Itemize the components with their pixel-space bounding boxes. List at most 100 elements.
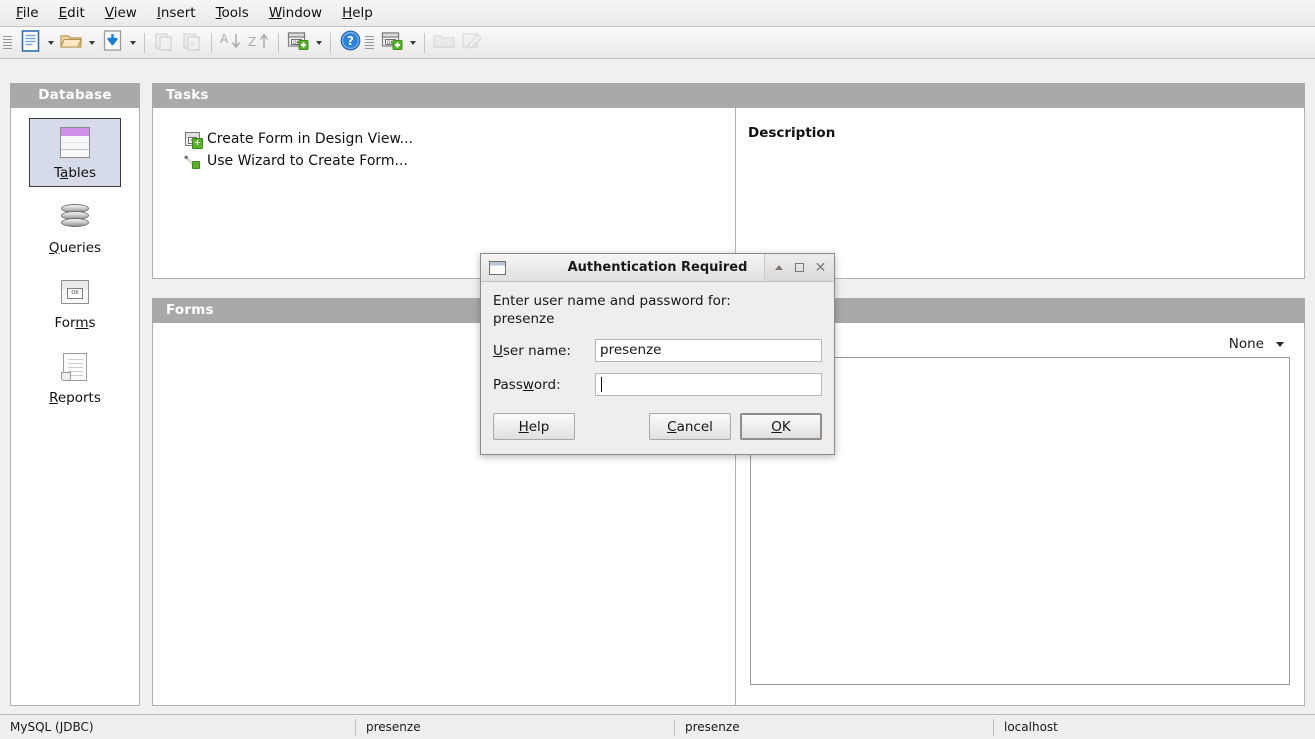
status-cell-host: localhost: [994, 715, 1315, 739]
dialog-titlebar[interactable]: Authentication Required ✕: [481, 254, 834, 282]
new-object-icon: OK: [381, 31, 403, 54]
menu-edit-label: dit: [67, 5, 85, 21]
reports-label-post: eports: [58, 390, 101, 406]
open-folder-icon: [60, 32, 82, 54]
folder-button[interactable]: [430, 29, 458, 57]
toolbar-grip-2[interactable]: [365, 33, 375, 53]
new-form-button[interactable]: OK: [284, 29, 312, 57]
menu-edit-accel: E: [59, 5, 68, 21]
help-btn-accel: H: [519, 419, 529, 435]
new-document-icon: [21, 30, 40, 56]
sort-ascending-icon: A: [220, 31, 242, 55]
database-item-list: Tables Queries Forms Reports: [11, 108, 139, 412]
ok-btn-accel: O: [771, 419, 782, 435]
save-download-icon: [103, 30, 122, 55]
tasks-panel: Tasks Create Form in Design View... Use …: [152, 83, 1305, 279]
queries-icon: [30, 200, 120, 234]
status-bar: MySQL (JDBC) presenze presenze localhost: [0, 714, 1315, 739]
help-button-dialog[interactable]: Help: [493, 413, 575, 440]
save-button[interactable]: [98, 29, 126, 57]
sidebar-item-forms[interactable]: Forms: [29, 268, 121, 337]
cancel-btn-accel: C: [667, 419, 676, 435]
username-field-row: User name: presenze: [493, 339, 822, 362]
ok-btn-post: K: [782, 419, 791, 435]
username-input-value: presenze: [600, 340, 661, 361]
toolbar-separator-5: [424, 33, 425, 53]
paste-icon: [182, 31, 202, 55]
menu-file-label: ile: [23, 5, 39, 21]
new-object-button[interactable]: OK: [378, 29, 406, 57]
sidebar-item-queries-label: Queries: [30, 240, 120, 256]
sidebar-item-reports[interactable]: Reports: [29, 343, 121, 412]
sidebar-item-tables[interactable]: Tables: [29, 118, 121, 187]
menu-tools-label: ools: [222, 5, 249, 21]
password-input[interactable]: [595, 373, 822, 396]
rollup-icon[interactable]: [768, 258, 789, 278]
close-icon[interactable]: ✕: [810, 258, 831, 278]
status-cell-driver: MySQL (JDBC): [0, 715, 355, 739]
new-object-dropdown[interactable]: [406, 30, 419, 56]
authentication-dialog: Authentication Required ✕ Enter user nam…: [480, 253, 835, 455]
edit-file-button[interactable]: [458, 29, 486, 57]
task-item-create-form-design-label: Create Form in Design View...: [207, 131, 413, 147]
cancel-button[interactable]: Cancel: [649, 413, 731, 440]
chevron-down-icon: [1276, 342, 1284, 347]
task-item-create-form-design[interactable]: Create Form in Design View...: [185, 128, 735, 150]
password-label: Password:: [493, 377, 595, 393]
new-document-dropdown[interactable]: [44, 30, 57, 56]
password-label-accel: w: [523, 377, 534, 393]
svg-text:?: ?: [347, 34, 354, 48]
menu-help-accel: H: [342, 5, 352, 21]
menu-item-tools[interactable]: Tools: [206, 1, 259, 26]
sidebar-item-queries[interactable]: Queries: [29, 193, 121, 262]
menu-view-accel: V: [105, 5, 114, 21]
preview-mode-value: None: [1229, 336, 1264, 352]
reports-icon: [30, 350, 120, 384]
menu-window-accel: W: [269, 5, 282, 21]
svg-text:Z: Z: [248, 35, 256, 49]
queries-label-post: ueries: [60, 240, 102, 256]
menu-item-edit[interactable]: Edit: [49, 1, 95, 26]
form-wizard-icon: [185, 154, 200, 169]
menu-item-file[interactable]: File: [6, 1, 49, 26]
window-icon: [489, 261, 506, 275]
maximize-icon[interactable]: [789, 258, 810, 278]
new-form-dropdown[interactable]: [312, 30, 325, 56]
sort-descending-button[interactable]: Z: [245, 29, 273, 57]
queries-label-accel: Q: [49, 240, 60, 256]
sort-ascending-button[interactable]: A: [217, 29, 245, 57]
task-item-form-wizard[interactable]: Use Wizard to Create Form...: [185, 150, 735, 172]
paste-button[interactable]: [178, 29, 206, 57]
menu-item-view[interactable]: View: [95, 1, 147, 26]
tasks-panel-title: Tasks: [152, 83, 1305, 108]
status-cell-user: presenze: [675, 715, 993, 739]
folder-icon: [433, 32, 455, 54]
username-label: User name:: [493, 343, 595, 359]
username-label-accel: U: [493, 343, 503, 359]
window-buttons: ✕: [764, 254, 834, 281]
menu-item-insert[interactable]: Insert: [147, 1, 206, 26]
help-icon: ?: [340, 30, 361, 55]
status-cell-database: presenze: [356, 715, 674, 739]
toolbar-grip[interactable]: [3, 33, 13, 53]
toolbar-separator-2: [211, 33, 212, 53]
help-btn-post: elp: [529, 419, 550, 435]
ok-button[interactable]: OK: [740, 413, 822, 440]
username-input[interactable]: presenze: [595, 339, 822, 362]
preview-mode-dropdown[interactable]: None: [1229, 336, 1284, 352]
menu-item-window[interactable]: Window: [259, 1, 332, 26]
menu-item-help[interactable]: Help: [332, 1, 383, 26]
password-field-row: Password:: [493, 373, 822, 396]
database-sidebar: Database Tables Queries Forms Reports: [10, 83, 140, 706]
dialog-prompt-line1: Enter user name and password for:: [493, 292, 822, 310]
tables-label-post: bles: [68, 165, 96, 181]
open-button[interactable]: [57, 29, 85, 57]
help-button[interactable]: ?: [336, 29, 364, 57]
new-document-button[interactable]: [16, 29, 44, 57]
toolbar-separator-4: [330, 33, 331, 53]
open-dropdown[interactable]: [85, 30, 98, 56]
copy-button[interactable]: [150, 29, 178, 57]
sidebar-item-tables-label: Tables: [30, 165, 120, 181]
text-cursor: [601, 377, 602, 392]
save-dropdown[interactable]: [126, 30, 139, 56]
